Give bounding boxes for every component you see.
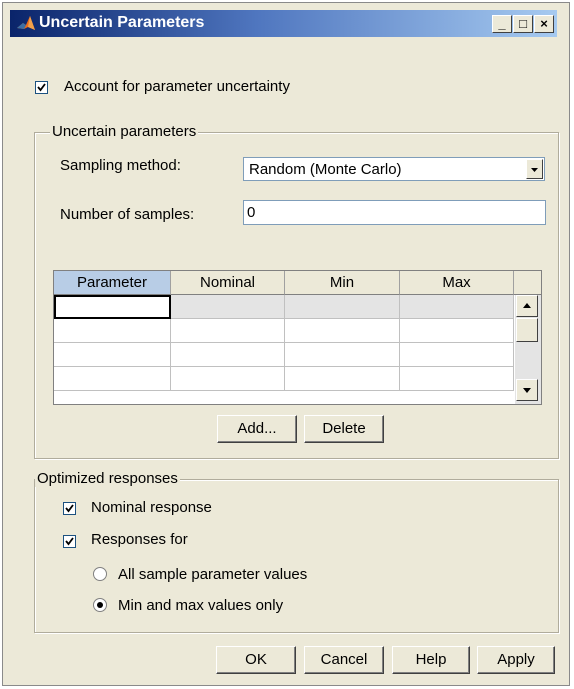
maximize-icon: □ <box>519 16 527 31</box>
ok-button[interactable]: OK <box>216 646 296 674</box>
radio-all-sample-values-label: All sample parameter values <box>118 566 308 583</box>
scroll-up-button[interactable] <box>516 295 538 317</box>
scroll-thumb[interactable] <box>516 318 538 342</box>
table-cell[interactable] <box>400 319 514 343</box>
dropdown-button[interactable] <box>526 159 543 179</box>
chevron-down-icon <box>531 168 538 172</box>
maximize-button[interactable]: □ <box>513 15 533 33</box>
table-cell[interactable] <box>171 367 285 391</box>
nominal-response-checkbox[interactable] <box>63 502 76 515</box>
checkmark-icon <box>37 83 46 92</box>
column-header-parameter[interactable]: Parameter <box>54 271 171 295</box>
column-header-min[interactable]: Min <box>285 271 400 295</box>
table-cell[interactable] <box>171 295 285 319</box>
responses-for-checkbox[interactable] <box>63 535 76 548</box>
radio-selected-dot <box>97 602 103 608</box>
number-of-samples-label: Number of samples: <box>60 206 195 223</box>
table-cell[interactable] <box>171 343 285 367</box>
table-cell[interactable] <box>400 295 514 319</box>
table-cell[interactable] <box>400 367 514 391</box>
checkmark-icon <box>65 504 74 513</box>
help-button[interactable]: Help <box>392 646 470 674</box>
table-cell[interactable] <box>54 367 171 391</box>
number-of-samples-input[interactable]: 0 <box>243 200 546 225</box>
sampling-method-dropdown[interactable]: Random (Monte Carlo) <box>243 157 545 181</box>
table-cell[interactable] <box>285 367 400 391</box>
close-button[interactable]: × <box>534 15 554 33</box>
parameters-table[interactable]: Parameter Nominal Min Max <box>53 270 542 405</box>
table-cell[interactable] <box>54 295 171 319</box>
add-button[interactable]: Add... <box>217 415 297 443</box>
arrow-down-icon <box>523 388 531 393</box>
matlab-logo-icon <box>16 14 36 34</box>
table-cell[interactable] <box>285 295 400 319</box>
nominal-response-label: Nominal response <box>91 499 212 516</box>
optimized-responses-title: Optimized responses <box>35 470 180 487</box>
radio-min-max-values-label: Min and max values only <box>118 597 284 614</box>
arrow-up-icon <box>523 303 531 308</box>
column-header-nominal[interactable]: Nominal <box>171 271 285 295</box>
minimize-button[interactable]: _ <box>492 15 512 33</box>
checkmark-icon <box>65 537 74 546</box>
window-title: Uncertain Parameters <box>39 14 205 31</box>
column-header-max[interactable]: Max <box>400 271 514 295</box>
sampling-method-value: Random (Monte Carlo) <box>249 161 402 178</box>
table-cell[interactable] <box>54 319 171 343</box>
radio-min-max-values[interactable] <box>93 598 107 612</box>
scroll-down-button[interactable] <box>516 379 538 401</box>
sampling-method-label: Sampling method: <box>60 157 181 174</box>
account-uncertainty-label: Account for parameter uncertainty <box>64 78 290 95</box>
radio-all-sample-values[interactable] <box>93 567 107 581</box>
table-cell[interactable] <box>171 319 285 343</box>
delete-button[interactable]: Delete <box>304 415 384 443</box>
account-uncertainty-checkbox[interactable] <box>35 81 48 94</box>
table-cell[interactable] <box>285 343 400 367</box>
table-cell[interactable] <box>285 319 400 343</box>
responses-for-label: Responses for <box>91 531 188 548</box>
apply-button[interactable]: Apply <box>477 646 555 674</box>
column-header-corner <box>514 271 541 295</box>
title-bar[interactable]: Uncertain Parameters _ □ × <box>10 10 557 37</box>
uncertain-parameters-title: Uncertain parameters <box>50 123 199 140</box>
minimize-icon: _ <box>498 16 506 31</box>
table-cell[interactable] <box>400 343 514 367</box>
close-icon: × <box>540 16 548 31</box>
cancel-button[interactable]: Cancel <box>304 646 384 674</box>
table-cell[interactable] <box>54 343 171 367</box>
number-of-samples-value: 0 <box>247 204 256 221</box>
